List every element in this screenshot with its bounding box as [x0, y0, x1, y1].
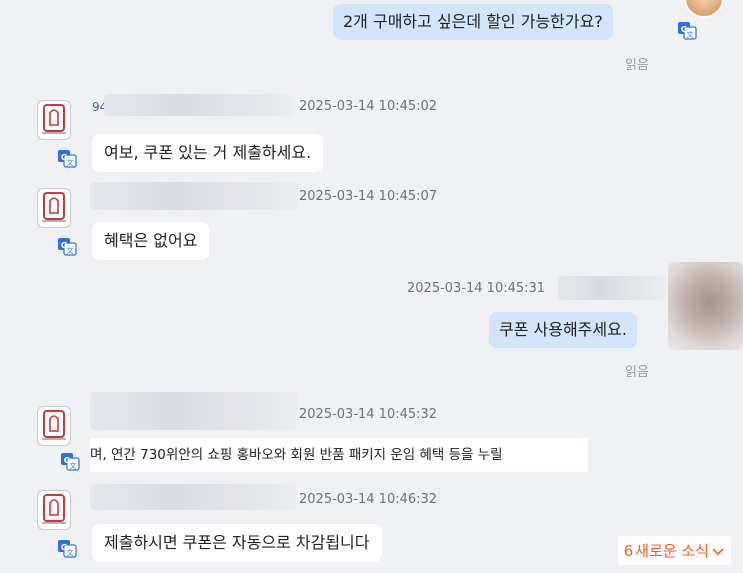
seller-avatar[interactable]: [37, 100, 71, 140]
message-timestamp: 2025-03-14 10:45:02: [299, 99, 438, 114]
message-timestamp: 2025-03-14 10:46:32: [299, 492, 438, 507]
read-status: 읽음: [625, 58, 649, 73]
incoming-message[interactable]: 제출하시면 쿠폰은 자동으로 차감됩니다: [92, 524, 382, 562]
user-avatar: [684, 0, 724, 18]
seller-avatar-icon: [42, 494, 66, 524]
incoming-message[interactable]: 혜택은 없어요: [92, 222, 210, 260]
new-messages-count: 6: [623, 541, 634, 560]
seller-avatar[interactable]: [37, 490, 71, 530]
redacted-sender-name: [90, 484, 298, 510]
translate-icon[interactable]: G 文: [57, 148, 77, 168]
message-timestamp: 2025-03-14 10:45:07: [299, 189, 438, 204]
outgoing-message[interactable]: 2개 구매하고 싶은데 할인 가능한가요?: [333, 4, 613, 40]
redacted-sender-name: [90, 392, 298, 430]
new-messages-button[interactable]: 6 새로운 소식: [617, 536, 731, 565]
seller-avatar[interactable]: [37, 188, 71, 228]
user-avatar: [668, 262, 743, 350]
redacted-sender-name: [558, 276, 666, 300]
message-timestamp: 2025-03-14 10:45:32: [299, 407, 438, 422]
outgoing-message[interactable]: 쿠폰 사용해주세요.: [489, 312, 637, 348]
new-messages-label: 새로운 소식: [635, 542, 709, 560]
incoming-message[interactable]: 며, 연간 730위안의 쇼핑 홍바오와 회원 반품 패키지 운임 혜택 등을 …: [90, 438, 588, 472]
translate-icon[interactable]: G 文: [60, 451, 80, 471]
redacted-sender-name: [104, 94, 294, 116]
svg-text:文: 文: [67, 158, 74, 167]
translate-icon[interactable]: G 文: [57, 538, 77, 558]
seller-avatar-icon: [42, 104, 66, 134]
svg-text:文: 文: [67, 548, 74, 557]
read-status: 읽음: [625, 365, 649, 380]
redacted-sender-name: [90, 182, 298, 210]
svg-text:文: 文: [687, 30, 694, 39]
translate-icon[interactable]: G 文: [57, 236, 77, 256]
message-timestamp: 2025-03-14 10:45:31: [407, 281, 546, 296]
svg-text:文: 文: [67, 246, 74, 255]
incoming-message[interactable]: 여보, 쿠폰 있는 거 제출하세요.: [92, 134, 324, 172]
chevron-down-icon: [712, 547, 724, 555]
seller-avatar-icon: [42, 192, 66, 222]
svg-text:文: 文: [70, 461, 77, 470]
seller-avatar-icon: [42, 410, 66, 440]
seller-avatar[interactable]: [37, 406, 71, 446]
translate-icon[interactable]: G 文: [677, 20, 697, 40]
